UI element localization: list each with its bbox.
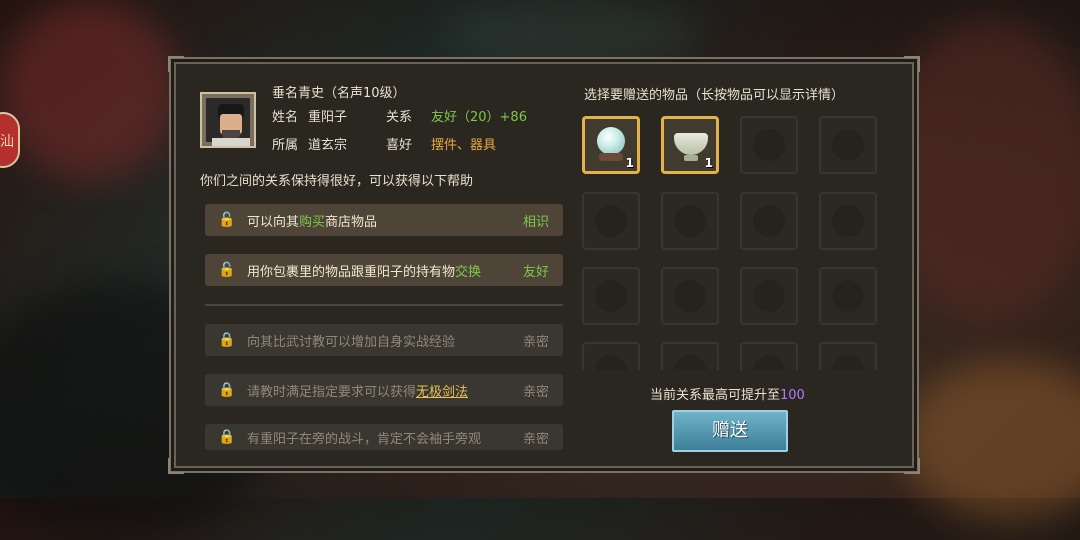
background-red-pillar (0, 0, 180, 180)
unlocked-icon: 🔓 (218, 262, 236, 278)
benefit-requirement: 友好 (522, 264, 549, 280)
inventory-slot-empty[interactable] (740, 192, 798, 250)
locked-icon: 🔒 (218, 332, 236, 348)
inventory-slot-empty[interactable] (819, 342, 877, 370)
bowl-foot (684, 155, 698, 161)
benefit-requirement: 亲密 (522, 431, 549, 447)
avatar-portrait (206, 98, 250, 146)
faction-value: 道玄宗 (308, 138, 348, 153)
inventory-slot-empty[interactable] (819, 116, 877, 174)
locked-icon: 🔒 (218, 429, 236, 445)
inventory-slot-empty[interactable] (740, 116, 798, 174)
inventory-slot-empty[interactable] (819, 267, 877, 325)
inventory-slot-empty[interactable] (582, 342, 640, 370)
benefit-row-skill: 🔒 请教时满足指定要求可以获得无极剑法 亲密 (205, 374, 563, 406)
inventory-scroll-clip[interactable] (580, 340, 880, 370)
benefit-requirement: 亲密 (522, 334, 549, 350)
inventory-slot-bowl[interactable]: 1 (661, 116, 719, 174)
likes-label: 喜好 (386, 138, 413, 153)
benefit-row-spar: 🔒 向其比武讨教可以增加自身实战经验 亲密 (205, 324, 563, 356)
item-count: 1 (704, 156, 713, 170)
gift-button[interactable]: 赠送 (672, 410, 788, 452)
inventory-slot-empty[interactable] (582, 192, 640, 250)
inventory-slot-empty[interactable] (661, 342, 719, 370)
item-count: 1 (625, 156, 634, 170)
benefit-divider (205, 304, 563, 306)
faction-label: 所属 (272, 138, 299, 153)
inventory-slot-empty[interactable] (740, 342, 798, 370)
npc-avatar[interactable] (200, 92, 256, 148)
frame-corner (904, 56, 920, 72)
name-value: 重阳子 (308, 110, 348, 125)
benefit-text: 向其比武讨教可以增加自身实战经验 (247, 334, 456, 350)
skill-link[interactable]: 无极剑法 (416, 385, 468, 400)
relation-label: 关系 (386, 110, 413, 125)
background-floor (900, 360, 1080, 520)
unlocked-icon: 🔓 (218, 212, 236, 228)
inventory-slot-empty[interactable] (661, 192, 719, 250)
benefit-text: 请教时满足指定要求可以获得无极剑法 (247, 384, 469, 400)
benefit-text: 有重阳子在旁的战斗，肯定不会袖手旁观 (247, 431, 482, 447)
inventory-slot-pearl[interactable]: 1 (582, 116, 640, 174)
npc-relation-dialog: 垂名青史（名声10级） 姓名 重阳子 关系 友好（20）+86 所属 道玄宗 喜… (168, 56, 920, 474)
benefit-row-buy: 🔓 可以向其购买商店物品 相识 (205, 204, 563, 236)
pearl-orb-icon (597, 127, 625, 155)
benefit-row-assist: 🔒 有重阳子在旁的战斗，肯定不会袖手旁观 亲密 (205, 424, 563, 450)
likes-value: 摆件、器具 (431, 138, 497, 153)
inventory-slot-empty[interactable] (582, 267, 640, 325)
inventory-slot-empty[interactable] (819, 192, 877, 250)
frame-corner (168, 458, 184, 474)
locked-icon: 🔒 (218, 382, 236, 398)
inventory-slot-empty[interactable] (740, 267, 798, 325)
benefit-row-exchange: 🔓 用你包裹里的物品跟重阳子的持有物交换 友好 (205, 254, 563, 286)
help-intro-text: 你们之间的关系保持得很好，可以获得以下帮助 (200, 174, 474, 189)
frame-corner (168, 56, 184, 72)
orb-stand (599, 153, 623, 161)
gift-panel-title: 选择要赠送的物品（长按物品可以显示详情） (584, 88, 845, 103)
background-roof (440, 0, 700, 70)
name-label: 姓名 (272, 110, 299, 125)
jade-bowl-icon (674, 133, 708, 155)
benefit-text: 用你包裹里的物品跟重阳子的持有物交换 (247, 264, 482, 280)
npc-reputation-title: 垂名青史（名声10级） (272, 86, 406, 101)
relation-value: 友好（20）+86 (431, 110, 527, 125)
frame-corner (904, 458, 920, 474)
benefit-text: 可以向其购买商店物品 (247, 214, 378, 230)
inventory-slot-empty[interactable] (661, 267, 719, 325)
side-menu-button[interactable]: 汕 (0, 112, 20, 168)
benefit-requirement: 相识 (522, 214, 549, 230)
benefit-requirement: 亲密 (522, 384, 549, 400)
max-relation-text: 当前关系最高可提升至100 (650, 388, 805, 403)
